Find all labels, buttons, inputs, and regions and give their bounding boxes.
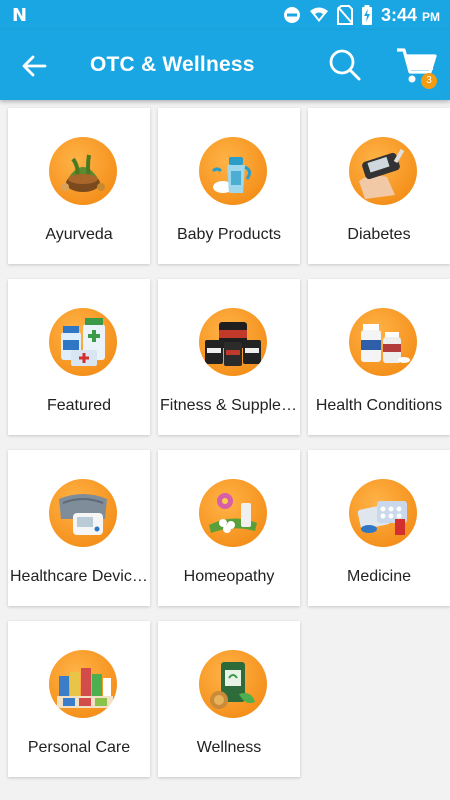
status-icons: 3:44 PM bbox=[283, 0, 440, 30]
page-title: OTC & Wellness bbox=[90, 53, 255, 76]
category-label: Homeopathy bbox=[183, 568, 275, 585]
category-label: Wellness bbox=[196, 739, 262, 756]
category-card-healthcare-devices[interactable]: Healthcare Devices bbox=[8, 450, 150, 606]
category-label: Personal Care bbox=[27, 739, 131, 756]
category-label: Diabetes bbox=[347, 226, 411, 243]
search-icon[interactable] bbox=[328, 48, 362, 82]
personal-care-products-icon bbox=[49, 650, 117, 718]
category-label: Featured bbox=[46, 397, 112, 414]
category-card-featured[interactable]: Featured bbox=[8, 279, 150, 435]
app-bar: OTC & Wellness 3 bbox=[0, 30, 450, 100]
category-card-personal-care[interactable]: Personal Care bbox=[8, 621, 150, 777]
category-label: Health Conditions bbox=[315, 397, 443, 414]
category-card-medicine[interactable]: Medicine bbox=[308, 450, 450, 606]
bp-monitor-icon bbox=[49, 479, 117, 547]
category-label: Medicine bbox=[346, 568, 412, 585]
back-arrow-icon[interactable] bbox=[18, 50, 50, 82]
wellness-tube-icon bbox=[199, 650, 267, 718]
category-label: Baby Products bbox=[176, 226, 282, 243]
category-card-wellness[interactable]: Wellness bbox=[158, 621, 300, 777]
supplement-tubs-icon bbox=[199, 308, 267, 376]
glucometer-icon bbox=[349, 137, 417, 205]
status-time: 3:44 PM bbox=[380, 4, 440, 25]
no-sim-icon bbox=[336, 5, 353, 25]
category-label: Fitness & Supplements bbox=[160, 397, 300, 414]
category-card-baby-products[interactable]: Baby Products bbox=[158, 108, 300, 264]
medicine-bottles-icon bbox=[49, 308, 117, 376]
category-card-homeopathy[interactable]: Homeopathy bbox=[158, 450, 300, 606]
wifi-icon bbox=[309, 7, 328, 22]
ayurveda-icon bbox=[49, 137, 117, 205]
dnd-icon bbox=[283, 7, 300, 23]
category-card-diabetes[interactable]: Diabetes bbox=[308, 108, 450, 264]
battery-charging-icon bbox=[361, 5, 372, 25]
category-card-ayurveda[interactable]: Ayurveda bbox=[8, 108, 150, 264]
baby-bottle-icon bbox=[199, 137, 267, 205]
pill-bottles-icon bbox=[349, 308, 417, 376]
category-label: Ayurveda bbox=[45, 226, 113, 243]
homeopathy-flower-icon bbox=[199, 479, 267, 547]
medicine-strips-icon bbox=[349, 479, 417, 547]
category-label: Healthcare Devices bbox=[10, 568, 149, 585]
status-bar: N 3:44 PM bbox=[0, 0, 450, 30]
category-card-fitness-supplements[interactable]: Fitness & Supplements bbox=[158, 279, 300, 435]
category-card-health-conditions[interactable]: Health Conditions bbox=[308, 279, 450, 435]
cart-count-badge: 3 bbox=[421, 73, 437, 89]
n-icon: N bbox=[12, 5, 28, 26]
